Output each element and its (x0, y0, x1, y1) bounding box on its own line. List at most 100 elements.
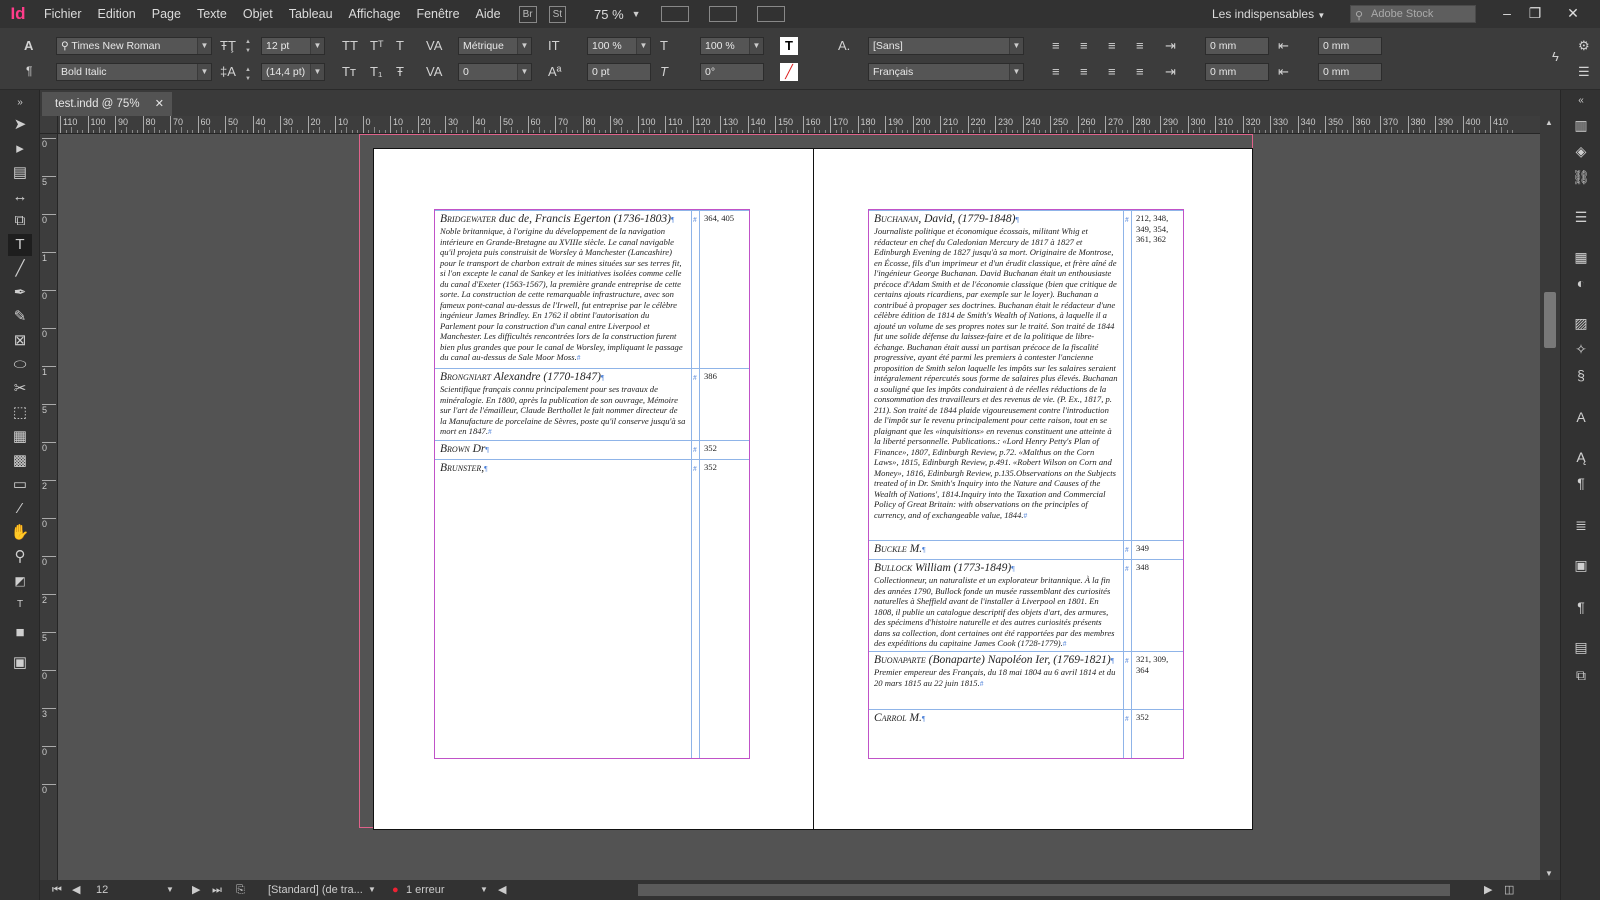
page-numbers-cell[interactable]: 352 (1136, 712, 1182, 723)
baseline-shift-field[interactable]: 0 pt (587, 63, 651, 81)
hand-tool-icon[interactable]: ✋ (8, 522, 32, 544)
entry-text-cell[interactable]: Buchanan, David, (1779-1848)¶ Journaliste… (874, 213, 1118, 521)
swatches-panel-icon[interactable]: ▨ (1570, 312, 1592, 334)
chevron-down-icon[interactable]: ▼ (310, 38, 324, 54)
ellipse-tool-icon[interactable]: ⬭ (8, 354, 32, 376)
page-number-field[interactable]: 12 (96, 880, 108, 900)
paragraph-styles-icon[interactable]: ¶ (1570, 472, 1592, 494)
screen-mode-icon[interactable]: ▣ (8, 652, 32, 674)
error-count[interactable]: 1 erreur (406, 880, 445, 900)
vertical-scrollbar[interactable]: ▲ ▼ (1540, 116, 1560, 880)
character-styles-icon[interactable]: Ą (1570, 446, 1592, 468)
page-numbers-cell[interactable]: 349 (1136, 543, 1182, 554)
formatting-affects-text-icon[interactable]: T (8, 594, 32, 616)
arrange-documents-icon[interactable] (756, 6, 785, 22)
gap-tool-icon[interactable]: ↔ (8, 186, 32, 208)
page-numbers-cell[interactable]: 321, 309, 364 (1136, 654, 1182, 675)
collapse-icon[interactable]: » (8, 92, 32, 114)
entry-text-cell[interactable]: Buckle M.¶ (874, 543, 1118, 556)
entry-text-cell[interactable]: Buonaparte (Bonaparte) Napoléon Ier, (17… (874, 654, 1118, 689)
menu-aide[interactable]: Aide (468, 0, 509, 28)
fill-text-icon[interactable]: T (780, 37, 798, 55)
index-entry-row[interactable]: Buchanan, David, (1779-1848)¶ Journaliste… (869, 210, 1183, 540)
split-window-icon[interactable]: ◫ (1504, 880, 1514, 900)
chevron-down-icon[interactable]: ▼ (310, 64, 324, 80)
language-field[interactable]: Français ▼ (868, 63, 1024, 81)
font-size-stepper[interactable]: ▲ ▼ (243, 66, 253, 84)
justify-all-icon[interactable]: ≡ (1136, 63, 1144, 81)
expand-panels-icon[interactable]: « (1570, 90, 1592, 112)
horizontal-scroll-thumb[interactable] (638, 884, 1450, 896)
scissors-tool-icon[interactable]: ✂ (8, 378, 32, 400)
strikethrough-icon[interactable]: Ŧ (396, 63, 404, 81)
font-style-field[interactable]: Bold Italic ▼ (56, 63, 212, 81)
skew-field[interactable]: 0° (700, 63, 764, 81)
page-numbers-cell[interactable]: 364, 405 (704, 213, 748, 224)
chevron-down-icon[interactable]: ▼ (197, 38, 211, 54)
page-numbers-cell[interactable]: 212, 348, 349, 354, 361, 362 (1136, 213, 1182, 245)
index-entry-row[interactable]: Bullock William (1773-1849)¶ Collectionne… (869, 559, 1183, 651)
superscript-icon[interactable]: Tᵀ (370, 37, 384, 55)
index-entry-row[interactable]: Brown Dr¶ #352 (435, 440, 749, 459)
note-tool-icon[interactable]: ▭ (8, 474, 32, 496)
menu-edition[interactable]: Edition (90, 0, 144, 28)
index-entry-row[interactable]: Buckle M.¶ #349 (869, 540, 1183, 559)
entry-text-cell[interactable]: Carrol M.¶ (874, 712, 1118, 725)
pages-panel-icon[interactable]: ▥ (1570, 114, 1592, 136)
pasteboard[interactable]: Bridgewater duc de, Francis Egerton (173… (58, 134, 1540, 880)
subscript-icon[interactable]: T₁ (370, 63, 382, 81)
all-caps-icon[interactable]: TT (342, 37, 358, 55)
character-mode-icon[interactable]: A (24, 37, 33, 55)
leading-field[interactable]: (14,4 pt) ▼ (261, 63, 325, 81)
underline-icon[interactable]: T (396, 37, 404, 55)
profile-chevron-down-icon[interactable]: ▼ (368, 880, 376, 900)
page-chevron-down-icon[interactable]: ▼ (166, 880, 174, 900)
table-panel-icon[interactable]: ▦ (1570, 246, 1592, 268)
stroke-panel-icon[interactable]: ☰ (1570, 206, 1592, 228)
entry-text-cell[interactable]: Bullock William (1773-1849)¶ Collectionne… (874, 562, 1118, 650)
selection-tool-icon[interactable]: ➤ (8, 114, 32, 136)
next-page-icon[interactable]: ▶ (192, 880, 200, 900)
preflight-profile[interactable]: [Standard] (de tra... (268, 880, 363, 900)
align-left-icon[interactable]: ≡ (1052, 37, 1060, 55)
type-tool-icon[interactable]: T (8, 234, 32, 256)
small-caps-icon[interactable]: Tᴛ (342, 63, 356, 81)
menu-affichage[interactable]: Affichage (341, 0, 409, 28)
character-style-field[interactable]: [Sans] ▼ (868, 37, 1024, 55)
bridge-button[interactable]: Br (518, 5, 537, 23)
open-page-icon[interactable]: ⎘ (236, 880, 245, 900)
minimize-icon[interactable]: – (1494, 0, 1520, 26)
fill-stroke-icon[interactable]: ◩ (8, 570, 32, 592)
align-center-icon[interactable]: ≡ (1080, 37, 1088, 55)
chevron-down-icon[interactable]: ▼ (749, 38, 763, 54)
rectangle-frame-tool-icon[interactable]: ⊠ (8, 330, 32, 352)
chevron-down-icon[interactable]: ▼ (197, 64, 211, 80)
scroll-down-icon[interactable]: ▼ (1545, 869, 1553, 878)
free-transform-tool-icon[interactable]: ⬚ (8, 402, 32, 424)
right-indent-field[interactable]: 0 mm (1318, 37, 1382, 55)
justify-center-icon[interactable]: ≡ (1080, 63, 1088, 81)
entry-text-cell[interactable]: Brown Dr¶ (440, 443, 686, 456)
entry-text-cell[interactable]: Brongniart Alexandre (1770-1847)¶ Scienti… (440, 371, 686, 438)
restore-icon[interactable]: ❐ (1522, 0, 1548, 26)
page-numbers-cell[interactable]: 352 (704, 443, 748, 454)
kerning-field[interactable]: Métrique ▼ (458, 37, 532, 55)
object-styles-icon[interactable]: ▣ (1570, 554, 1592, 576)
color-panel-icon[interactable]: ◐ (1570, 272, 1592, 294)
index-entry-row[interactable]: Bridgewater duc de, Francis Egerton (173… (435, 210, 749, 368)
font-size-field[interactable]: 12 pt ▼ (261, 37, 325, 55)
errors-chevron-down-icon[interactable]: ▼ (480, 880, 488, 900)
horizontal-scale-field[interactable]: 100 % ▼ (700, 37, 764, 55)
pathfinder-panel-icon[interactable]: ⧉ (1570, 664, 1592, 686)
scroll-right-icon[interactable]: ▶ (1484, 880, 1492, 900)
ruler-origin[interactable] (40, 116, 58, 134)
space-after-field[interactable]: 0 mm (1318, 63, 1382, 81)
left-indent-field[interactable]: 0 mm (1205, 37, 1269, 55)
chevron-down-icon[interactable]: ▼ (1009, 38, 1023, 54)
vertical-ruler[interactable]: 0 5 0 1 0 0 1 5 0 2 0 0 2 5 0 3 0 0 (40, 116, 58, 880)
page-tool-icon[interactable]: ▤ (8, 162, 32, 184)
layers-panel-icon[interactable]: ◈ (1570, 140, 1592, 162)
menu-objet[interactable]: Objet (235, 0, 281, 28)
vertical-scale-field[interactable]: 100 % ▼ (587, 37, 651, 55)
vertical-scroll-thumb[interactable] (1544, 292, 1556, 348)
